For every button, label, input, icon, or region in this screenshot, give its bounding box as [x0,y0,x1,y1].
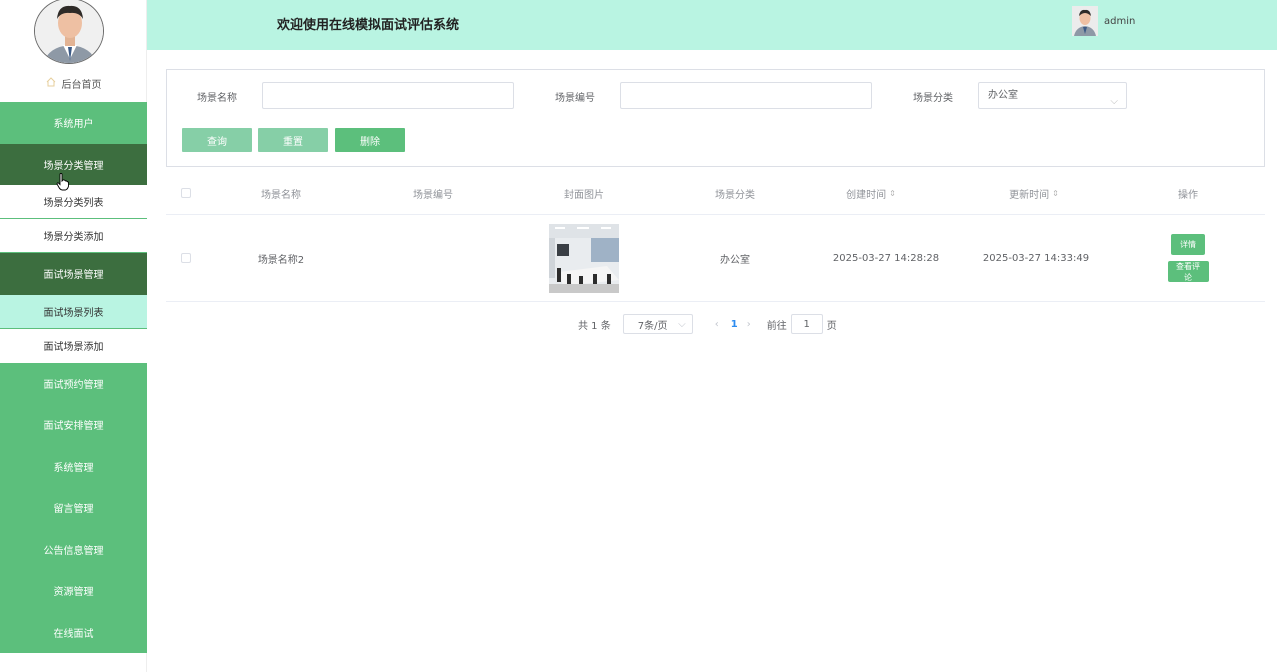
col-updated-time[interactable]: 更新时间 ⇕ [979,172,1089,214]
view-comments-button[interactable]: 查看评论 [1167,261,1209,282]
sidebar-item-system[interactable]: 系统管理 [0,445,147,487]
home-icon [46,76,56,90]
home-label: 后台首页 [61,79,102,91]
scene-name-input[interactable] [262,82,514,109]
cover-image[interactable] [549,223,619,293]
cell-cover-image [529,215,639,301]
sidebar-item-resources[interactable]: 资源管理 [0,570,147,612]
col-cover-image: 封面图片 [564,189,604,201]
col-scene-category: 场景分类 [715,189,755,201]
table-header: 场景名称 场景编号 封面图片 场景分类 创建时间 ⇕ 更新时间 ⇕ 操作 [166,172,1265,215]
cell-scene-name: 场景名称2 [257,254,305,266]
col-updated-time-label: 更新时间 [1009,189,1050,201]
scene-category-value: 办公室 [988,90,1018,101]
cell-scene-code [378,215,488,301]
hand-cursor-icon [56,173,70,191]
sidebar-sub-scene-add[interactable]: 面试场景添加 [0,328,147,363]
page-title: 欢迎使用在线模拟面试评估系统 [277,18,460,33]
pagination-total: 共 1 条 [578,320,611,332]
username: admin [1104,15,1136,27]
select-all-checkbox[interactable] [180,172,192,214]
next-page-icon[interactable]: › [735,319,763,330]
scene-code-label: 场景编号 [555,93,595,104]
reset-button[interactable]: 重置 [258,128,328,152]
sidebar-item-system-users[interactable]: 系统用户 [0,102,147,144]
chevron-down-icon: ⌵ [1110,96,1118,107]
sidebar-item-interview-scene[interactable]: 面试场景管理 [0,253,147,295]
user-avatar [1072,6,1098,36]
goto-suffix: 页 [826,320,837,332]
row-checkbox[interactable] [180,215,192,301]
sidebar-item-notices[interactable]: 公告信息管理 [0,528,147,570]
sidebar-menu: 系统用户 场景分类管理 场景分类列表 场景分类添加 面试场景管理 面试场景列表 … [0,102,147,653]
page-size-value: 7条/页 [637,320,668,332]
search-panel: 场景名称 场景编号 场景分类 办公室 ⌵ 查询 重置 删除 [166,69,1265,167]
sidebar-item-arrangement[interactable]: 面试安排管理 [0,404,147,446]
goto-page-input[interactable]: 1 [790,314,823,334]
sidebar-sub-scene-list[interactable]: 面试场景列表 [0,294,147,329]
app-root: 后台首页 系统用户 场景分类管理 场景分类列表 场景分类添加 面试场景管理 面试… [0,0,1277,672]
cell-created-time: 2025-03-27 14:28:28 [832,252,940,264]
col-created-time-label: 创建时间 [846,189,887,201]
admin-avatar [34,0,104,64]
sidebar-item-appointment[interactable]: 面试预约管理 [0,362,147,404]
sidebar-item-online-interview[interactable]: 在线面试 [0,611,147,653]
sidebar-item-messages[interactable]: 留言管理 [0,487,147,529]
col-scene-name: 场景名称 [261,189,301,201]
top-header: 欢迎使用在线模拟面试评估系统 admin [147,0,1277,50]
col-created-time[interactable]: 创建时间 ⇕ [816,172,926,214]
sidebar: 后台首页 系统用户 场景分类管理 场景分类列表 场景分类添加 面试场景管理 面试… [0,0,147,672]
goto-prefix: 前往 [766,320,787,332]
user-menu[interactable]: admin [1072,6,1135,36]
col-scene-code: 场景编号 [413,189,453,201]
prev-page-icon[interactable]: ‹ [703,319,731,330]
scene-category-select[interactable]: 办公室 ⌵ [978,82,1127,109]
cell-updated-time: 2025-03-27 14:33:49 [982,252,1090,264]
scene-category-label: 场景分类 [913,93,953,104]
delete-button[interactable]: 删除 [335,128,405,152]
table-row: 场景名称2 办公室 2025-03-27 14:28:28 2025-03-27… [166,215,1265,302]
pagination: 共 1 条 7条/页 ⌵ ‹ 1 › 前往 1 页 [578,314,837,334]
sidebar-item-scene-category[interactable]: 场景分类管理 [0,143,147,185]
cell-scene-category: 办公室 [720,254,750,266]
col-actions: 操作 [1178,189,1198,201]
sort-icon[interactable]: ⇕ [889,189,896,198]
query-button[interactable]: 查询 [182,128,252,152]
scene-code-input[interactable] [620,82,872,109]
scene-table: 场景名称 场景编号 封面图片 场景分类 创建时间 ⇕ 更新时间 ⇕ 操作 场景名称2 [166,172,1265,302]
sidebar-sub-category-list[interactable]: 场景分类列表 [0,185,147,219]
details-button[interactable]: 详情 [1171,234,1205,255]
sidebar-sub-category-add[interactable]: 场景分类添加 [0,219,147,253]
scene-name-label: 场景名称 [197,93,237,104]
chevron-down-icon: ⌵ [678,318,686,330]
home-link[interactable]: 后台首页 [0,72,147,94]
page-size-select[interactable]: 7条/页 ⌵ [622,314,693,334]
sort-icon[interactable]: ⇕ [1052,189,1059,198]
cell-actions: 详情 查看评论 [1133,215,1243,301]
